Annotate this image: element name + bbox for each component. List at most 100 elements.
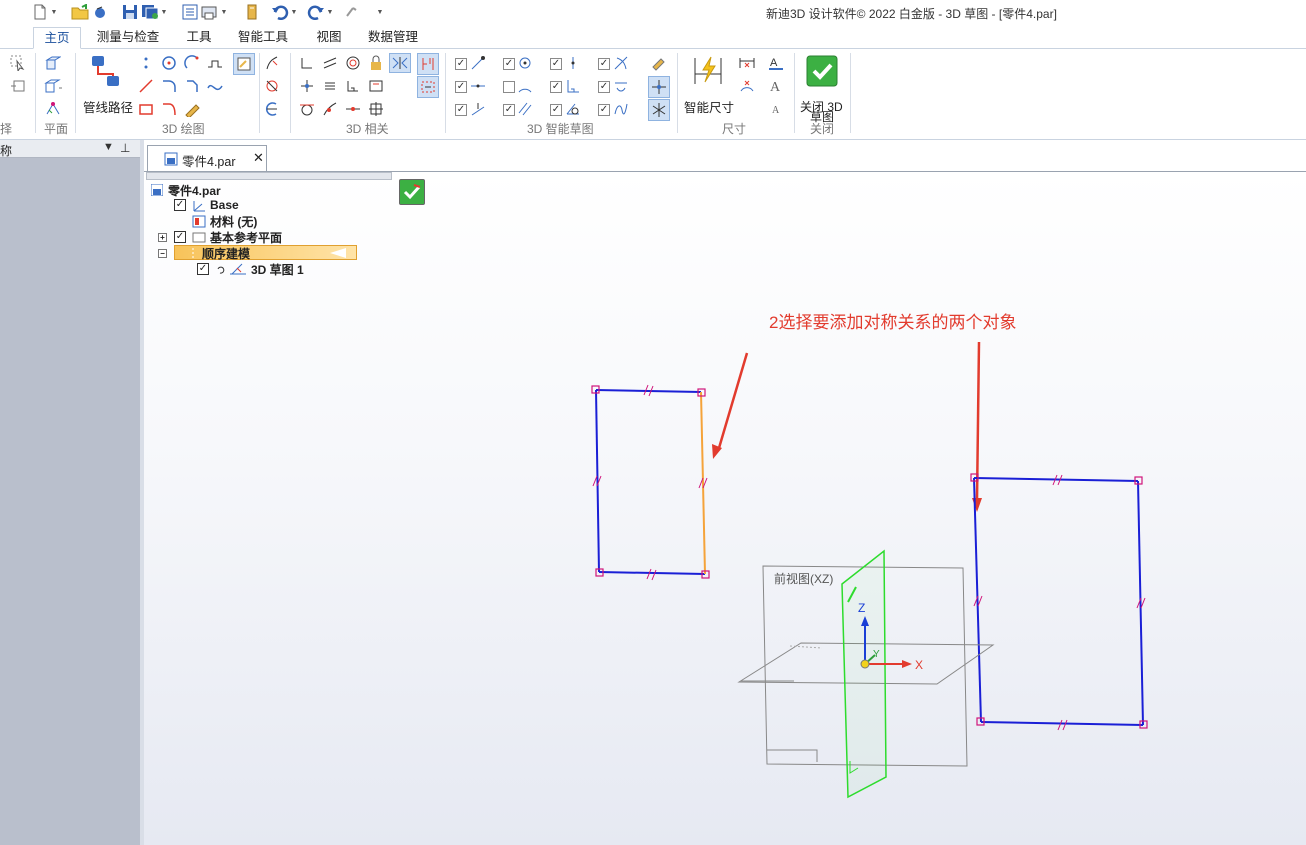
save-all-icon[interactable] [140, 2, 160, 22]
smart-sketch-checkbox[interactable]: ✓ [550, 104, 562, 116]
lock-icon[interactable] [367, 54, 385, 72]
tangent-snap-icon[interactable] [612, 77, 630, 95]
right-plane[interactable] [841, 549, 887, 799]
sketch-edit-icon[interactable] [183, 100, 201, 118]
plane-icon[interactable] [44, 54, 62, 72]
smart-sketch-checkbox[interactable]: ✓ [550, 58, 562, 70]
smart-sketch-checkbox[interactable]: ✓ [598, 58, 610, 70]
smart-dimension-icon[interactable] [690, 53, 726, 89]
chevron-down-icon[interactable]: ▼ [103, 141, 114, 153]
equal-icon[interactable] [321, 77, 339, 95]
rectangle-icon[interactable] [137, 100, 155, 118]
smart-sketch-checkbox[interactable]: ✓ [455, 81, 467, 93]
relation-assistant-icon[interactable] [417, 76, 439, 98]
select-tool-icon[interactable] [9, 54, 27, 72]
right-rectangle[interactable] [970, 473, 1148, 731]
midpoint-snap-icon[interactable] [469, 77, 487, 95]
circle-icon[interactable] [160, 54, 178, 72]
midpoint-icon[interactable] [344, 100, 362, 118]
undo-icon[interactable] [270, 2, 290, 22]
close-sketch-icon[interactable] [805, 54, 839, 88]
point-on-curve-icon[interactable] [321, 100, 339, 118]
horizontal-vertical-icon[interactable] [298, 54, 316, 72]
tab-view[interactable]: 视图 [308, 27, 350, 49]
chevron-down-icon[interactable]: ▼ [326, 2, 334, 22]
symmetric-icon[interactable] [389, 53, 411, 73]
curve-icon[interactable] [206, 54, 224, 72]
pipe-path-icon[interactable] [88, 53, 124, 89]
teamcenter-icon[interactable] [242, 2, 262, 22]
properties-icon[interactable] [180, 2, 200, 22]
smart-sketch-checkbox[interactable]: ✓ [503, 104, 515, 116]
parallel-snap-icon[interactable] [516, 100, 534, 118]
arc-snap-icon[interactable] [516, 77, 534, 95]
document-tab[interactable]: 零件4.par ✕ [147, 145, 267, 171]
sketch-mode-icon[interactable] [233, 53, 255, 75]
smart-dimension-button[interactable]: 智能尺寸 [684, 97, 734, 116]
text-size-icon[interactable]: A [767, 54, 785, 72]
tab-data-management[interactable]: 数据管理 [362, 27, 424, 49]
locate-point-icon[interactable] [648, 76, 670, 98]
font-shrink-icon[interactable]: A [767, 100, 785, 118]
smart-sketch-checkbox[interactable]: ✓ [598, 104, 610, 116]
maintain-relations-icon[interactable] [417, 53, 439, 75]
line-icon[interactable] [137, 77, 155, 95]
customize-icon[interactable]: ▼ [376, 2, 384, 22]
perpendicular-snap-icon[interactable] [564, 77, 582, 95]
parallel-icon[interactable] [321, 54, 339, 72]
coincident-plane-icon[interactable] [44, 77, 62, 95]
fillet-icon[interactable] [160, 77, 178, 95]
chevron-down-icon[interactable]: ▼ [50, 2, 58, 22]
point-icon[interactable] [137, 54, 155, 72]
tangent-icon[interactable] [298, 100, 316, 118]
web-icon[interactable] [90, 2, 110, 22]
trim-icon[interactable] [263, 54, 281, 72]
smart-sketch-checkbox[interactable]: ✓ [455, 58, 467, 70]
redo-icon[interactable] [306, 2, 326, 22]
print-icon[interactable] [200, 2, 220, 22]
point-on-element-icon[interactable] [469, 100, 487, 118]
angle-dimension-icon[interactable] [738, 77, 756, 95]
new-file-icon[interactable] [30, 2, 50, 22]
smart-sketch-checkbox[interactable]: ✓ [598, 81, 610, 93]
tab-home[interactable]: 主页 [33, 27, 81, 49]
tab-smart-tools[interactable]: 智能工具 [232, 27, 294, 49]
bend-icon[interactable] [160, 100, 178, 118]
relation-handle-icon[interactable] [367, 100, 385, 118]
sketch-color-icon[interactable] [650, 54, 668, 72]
chamfer-icon[interactable] [183, 77, 201, 95]
offset-icon[interactable] [263, 100, 281, 118]
smart-sketch-checkbox[interactable]: ✓ [503, 58, 515, 70]
pin-icon[interactable]: ⊥ [120, 141, 130, 155]
distance-dimension-icon[interactable] [738, 54, 756, 72]
chevron-down-icon[interactable]: ▼ [290, 2, 298, 22]
extend-icon[interactable] [263, 77, 281, 95]
graphics-viewport[interactable]: 零件4.par ✓ Base 材料 (无) + ✓ 基本参考平面 − 顺序建模 … [144, 172, 1306, 845]
silhouette-snap-icon[interactable] [612, 100, 630, 118]
repeat-icon[interactable] [342, 2, 362, 22]
angle-snap-icon[interactable] [564, 100, 582, 118]
perpendicular-icon[interactable] [344, 77, 362, 95]
concentric-icon[interactable] [344, 54, 362, 72]
spline-icon[interactable] [206, 77, 224, 95]
intersection-icon[interactable] [612, 54, 630, 72]
center-point-icon[interactable] [516, 54, 534, 72]
font-grow-icon[interactable]: A [767, 77, 785, 95]
open-folder-icon[interactable] [70, 2, 90, 22]
endpoint-icon[interactable] [469, 54, 487, 72]
save-icon[interactable] [120, 2, 140, 22]
smart-sketch-checkbox[interactable] [503, 81, 515, 93]
connect-icon[interactable] [298, 77, 316, 95]
selected-edge[interactable] [700, 391, 706, 575]
collinear-icon[interactable] [367, 77, 385, 95]
arc-icon[interactable] [183, 54, 201, 72]
close-icon[interactable]: ✕ [253, 150, 264, 166]
plane-normal-icon[interactable] [44, 100, 62, 118]
left-rectangle[interactable] [591, 384, 710, 581]
pipe-path-button[interactable]: 管线路径 [83, 97, 133, 116]
tab-measure-inspect[interactable]: 测量与检查 [90, 27, 166, 49]
intellisketch-icon[interactable] [648, 99, 670, 121]
select-filter-icon[interactable] [9, 77, 27, 95]
vertical-snap-icon[interactable] [564, 54, 582, 72]
chevron-down-icon[interactable]: ▼ [160, 2, 168, 22]
